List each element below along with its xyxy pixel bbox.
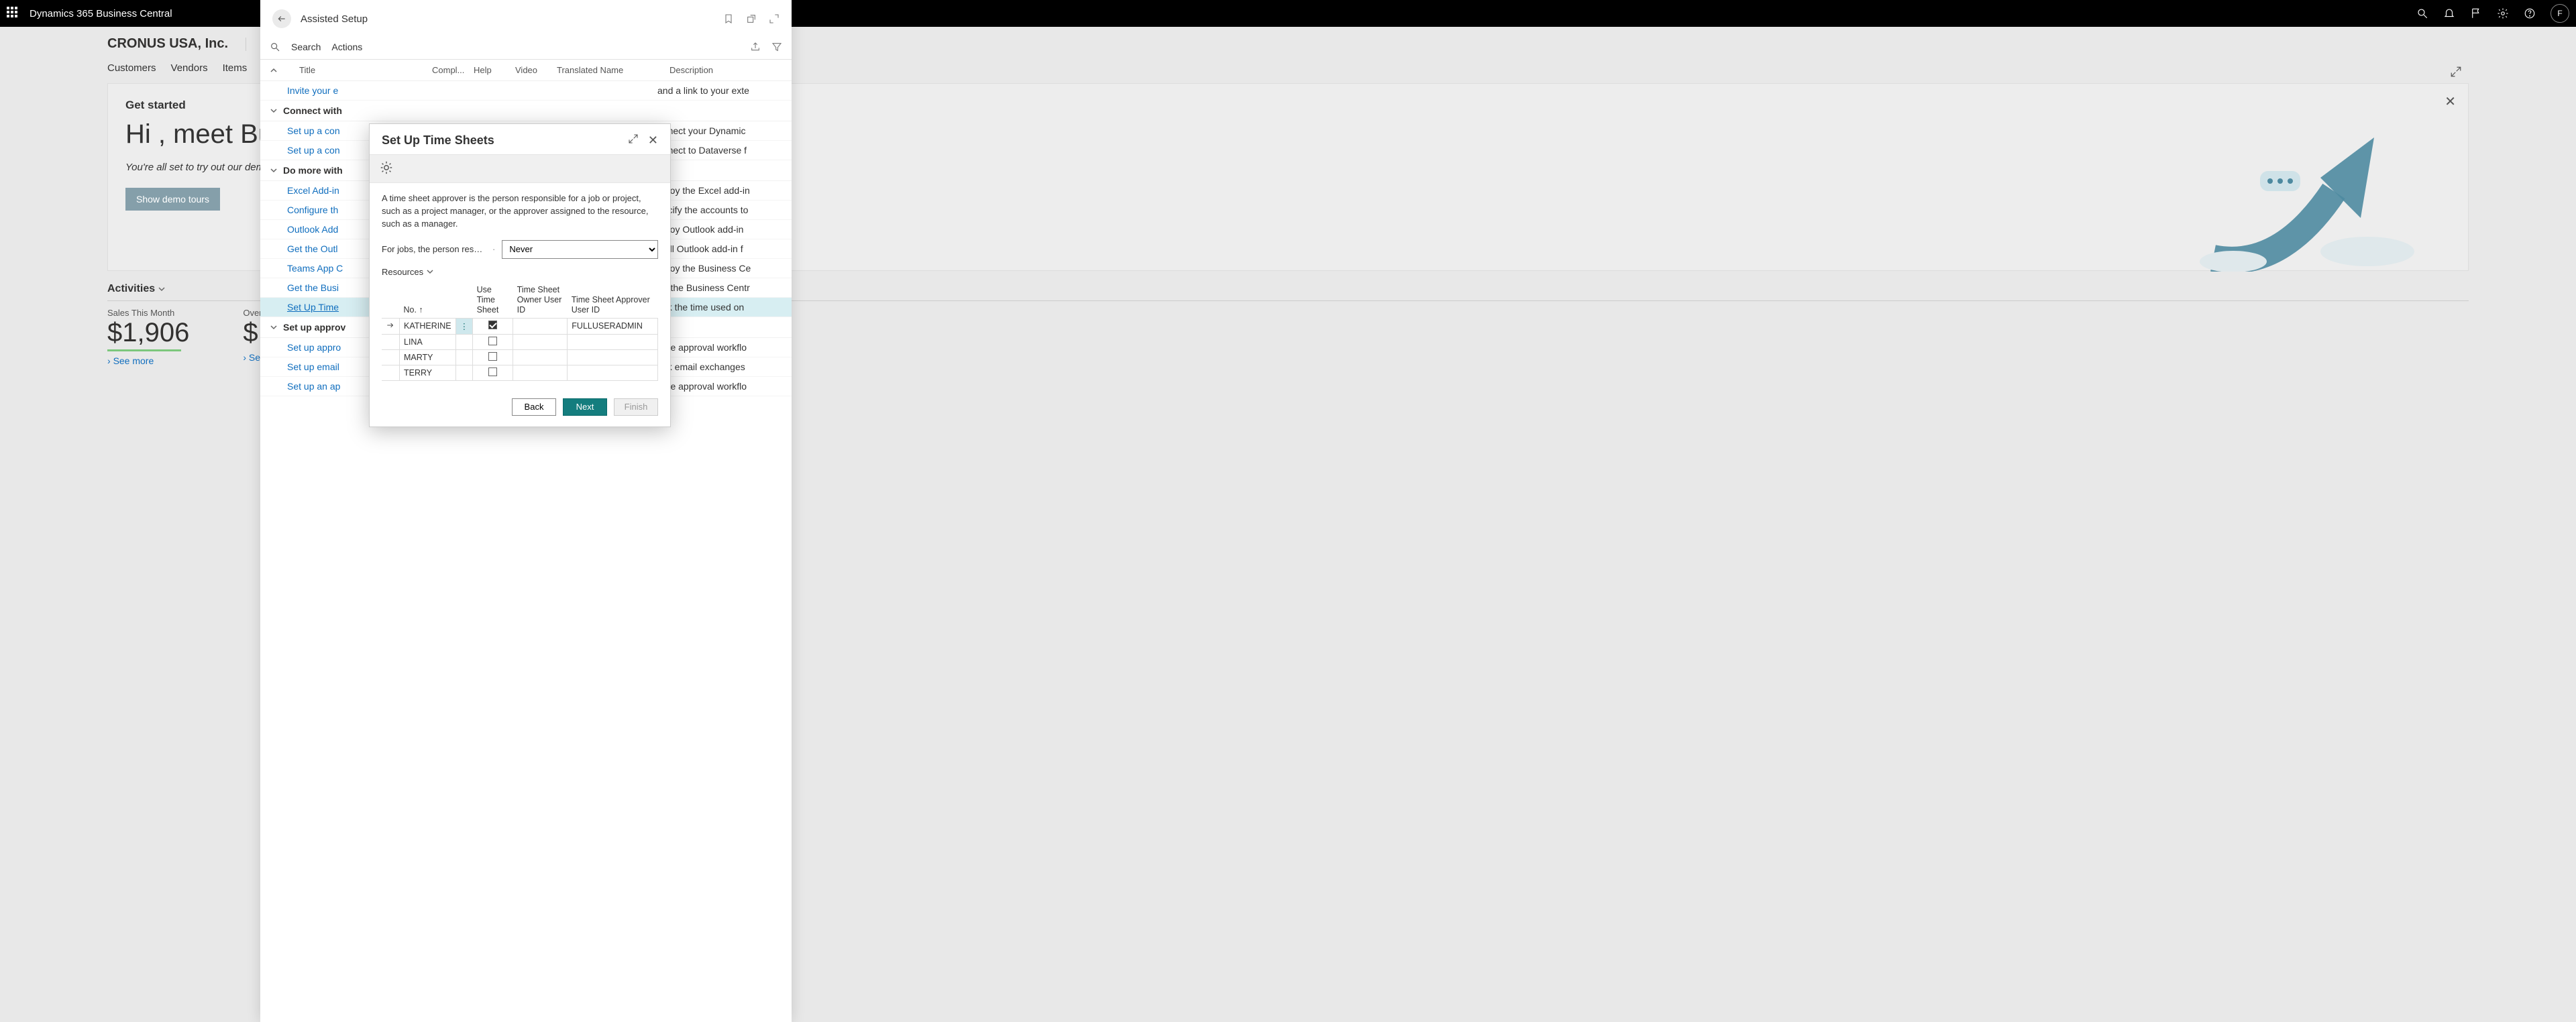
dialog-title: Set Up Time Sheets — [382, 133, 628, 148]
field-label-approver: For jobs, the person responsibl... — [382, 244, 486, 254]
resource-no[interactable]: MARTY — [400, 349, 456, 365]
setup-column-headers: Title Compl... Help Video Translated Nam… — [260, 60, 792, 81]
setup-row[interactable]: Invite your eand a link to your exte — [260, 81, 792, 101]
row-menu-icon[interactable] — [455, 365, 473, 380]
actions-menu[interactable]: Actions — [331, 42, 362, 52]
hero-close-icon[interactable]: ✕ — [2445, 93, 2456, 110]
tab-vendors[interactable]: Vendors — [171, 62, 208, 74]
app-title: Dynamics 365 Business Central — [30, 8, 172, 19]
approver-select[interactable]: Never — [502, 240, 658, 259]
next-button[interactable]: Next — [563, 398, 607, 416]
col-approver[interactable]: Time Sheet Approver User ID — [568, 282, 658, 319]
resource-no[interactable]: TERRY — [400, 365, 456, 380]
see-more-link[interactable]: › See more — [107, 355, 189, 366]
resource-row[interactable]: KATHERINE⋮ FULLUSERADMIN — [382, 318, 658, 334]
owner-cell[interactable] — [513, 318, 568, 334]
gear-icon[interactable] — [2497, 7, 2509, 19]
expand-page-icon[interactable] — [2450, 66, 2462, 78]
resource-row[interactable]: MARTY — [382, 349, 658, 365]
search-link[interactable]: Search — [291, 42, 321, 52]
resources-table: No. ↑ Use Time Sheet Time Sheet Owner Us… — [382, 282, 658, 381]
user-avatar[interactable]: F — [2551, 4, 2569, 23]
use-timesheet-checkbox[interactable] — [473, 349, 513, 365]
app-launcher-icon[interactable] — [7, 7, 20, 20]
wizard-gear-icon — [379, 160, 394, 175]
filter-icon[interactable] — [771, 42, 782, 52]
kpi-sales-this-month[interactable]: Sales This Month $1,906 › See more — [107, 308, 189, 366]
row-menu-icon[interactable] — [455, 349, 473, 365]
use-timesheet-checkbox[interactable] — [473, 334, 513, 349]
collapse-all-icon[interactable] — [270, 66, 278, 74]
setup-group[interactable]: Connect with — [260, 101, 792, 121]
owner-cell[interactable] — [513, 349, 568, 365]
share-icon[interactable] — [750, 42, 761, 52]
resources-subheader[interactable]: Resources — [382, 267, 658, 277]
hero-arrow-graphic — [2159, 97, 2428, 272]
approver-cell[interactable] — [568, 365, 658, 380]
tab-items[interactable]: Items — [223, 62, 248, 74]
col-use-ts[interactable]: Use Time Sheet — [473, 282, 513, 319]
time-sheets-dialog: Set Up Time Sheets ✕ A time sheet approv… — [369, 123, 671, 427]
back-button[interactable]: Back — [512, 398, 556, 416]
dialog-description: A time sheet approver is the person resp… — [382, 192, 658, 231]
col-no[interactable]: No. ↑ — [400, 282, 456, 319]
finish-button: Finish — [614, 398, 658, 416]
approver-cell[interactable] — [568, 349, 658, 365]
bookmark-icon[interactable] — [723, 13, 734, 24]
resource-no[interactable]: LINA — [400, 334, 456, 349]
bell-icon[interactable] — [2443, 7, 2455, 19]
resource-no[interactable]: KATHERINE — [400, 318, 456, 334]
help-icon[interactable] — [2524, 7, 2536, 19]
show-demo-tours-button[interactable]: Show demo tours — [125, 188, 220, 211]
use-timesheet-checkbox[interactable] — [473, 318, 513, 334]
row-menu-icon[interactable]: ⋮ — [455, 318, 473, 334]
expand-dialog-icon[interactable] — [628, 133, 639, 144]
expand-icon[interactable] — [769, 13, 780, 24]
resource-row[interactable]: TERRY — [382, 365, 658, 380]
panel-title: Assisted Setup — [301, 13, 714, 25]
row-menu-icon[interactable] — [455, 334, 473, 349]
tab-customers[interactable]: Customers — [107, 62, 156, 74]
approver-cell[interactable]: FULLUSERADMIN — [568, 318, 658, 334]
owner-cell[interactable] — [513, 365, 568, 380]
close-dialog-icon[interactable]: ✕ — [648, 133, 658, 148]
search-icon[interactable] — [270, 42, 280, 52]
use-timesheet-checkbox[interactable] — [473, 365, 513, 380]
col-owner[interactable]: Time Sheet Owner User ID — [513, 282, 568, 319]
flag-icon[interactable] — [2470, 7, 2482, 19]
approver-cell[interactable] — [568, 334, 658, 349]
company-name[interactable]: CRONUS USA, Inc. — [107, 36, 228, 52]
search-icon[interactable] — [2416, 7, 2428, 19]
popout-icon[interactable] — [746, 13, 757, 24]
owner-cell[interactable] — [513, 334, 568, 349]
resource-row[interactable]: LINA — [382, 334, 658, 349]
back-button[interactable] — [272, 9, 291, 28]
